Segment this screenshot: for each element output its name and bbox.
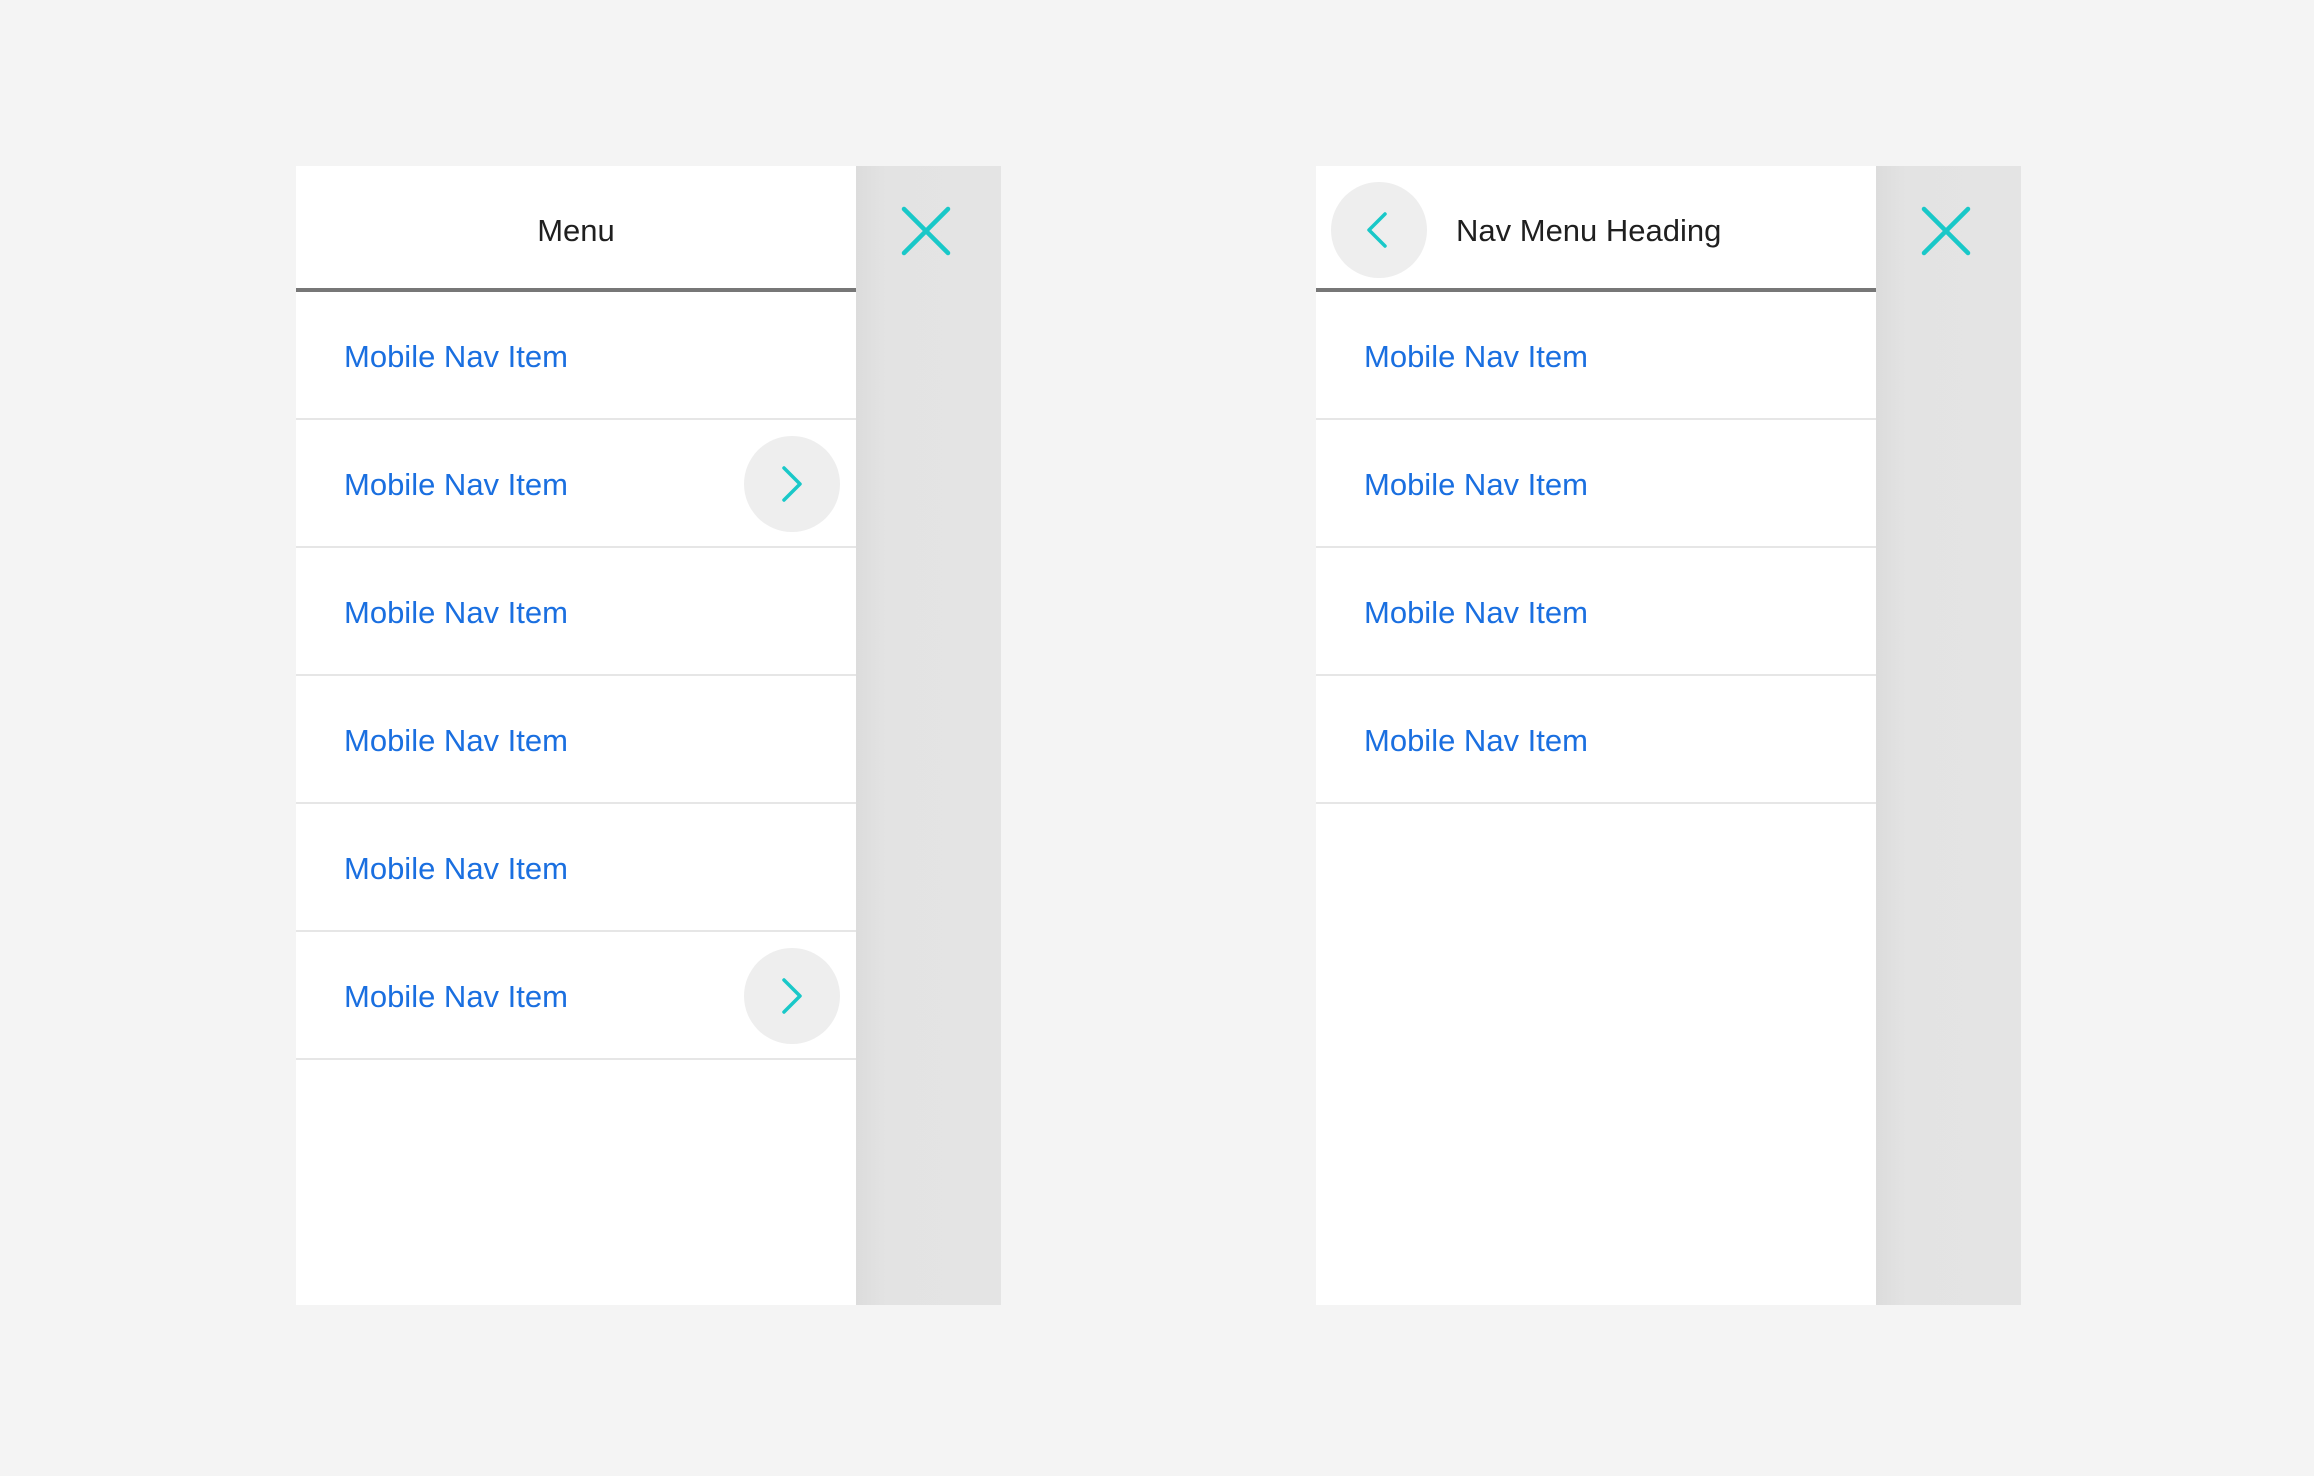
menu-overlay[interactable] [1876,166,2021,1305]
submenu-expand-button[interactable] [744,948,840,1044]
nav-item-label[interactable]: Mobile Nav Item [344,292,568,418]
back-button[interactable] [1331,182,1427,278]
nav-item[interactable]: Mobile Nav Item [296,292,856,420]
nav-item-label[interactable]: Mobile Nav Item [344,420,568,546]
nav-item[interactable]: Mobile Nav Item [1316,676,1876,804]
menu-overlay[interactable] [856,166,1001,1305]
nav-item-label[interactable]: Mobile Nav Item [1364,676,1588,802]
nav-item[interactable]: Mobile Nav Item [1316,292,1876,420]
nav-list: Mobile Nav Item Mobile Nav Item Mobile N… [1316,292,1876,804]
nav-item[interactable]: Mobile Nav Item [1316,420,1876,548]
nav-item-label[interactable]: Mobile Nav Item [1364,292,1588,418]
nav-item[interactable]: Mobile Nav Item [296,932,856,1060]
menu-title: Nav Menu Heading [1456,213,1722,248]
mobile-menu-submenu: Nav Menu Heading Mobile Nav Item Mobile … [1316,166,2021,1305]
chevron-left-icon [1367,212,1387,248]
menu-drawer: Menu Mobile Nav Item Mobile Nav Item Mob… [296,166,856,1305]
menu-drawer: Nav Menu Heading Mobile Nav Item Mobile … [1316,166,1876,1305]
close-icon [1921,206,1971,256]
close-icon [901,206,951,256]
mobile-menu-main: Menu Mobile Nav Item Mobile Nav Item Mob… [296,166,1001,1305]
nav-item[interactable]: Mobile Nav Item [1316,548,1876,676]
close-button[interactable] [1918,203,1974,259]
nav-item-label[interactable]: Mobile Nav Item [344,548,568,674]
nav-item-label[interactable]: Mobile Nav Item [1364,420,1588,546]
submenu-expand-button[interactable] [744,436,840,532]
nav-item-label[interactable]: Mobile Nav Item [344,676,568,802]
menu-title: Menu [537,213,615,248]
chevron-right-icon [782,978,802,1014]
menu-header: Nav Menu Heading [1316,166,1876,292]
close-button[interactable] [898,203,954,259]
nav-item[interactable]: Mobile Nav Item [296,420,856,548]
menu-header: Menu [296,166,856,292]
nav-item[interactable]: Mobile Nav Item [296,676,856,804]
nav-item[interactable]: Mobile Nav Item [296,548,856,676]
nav-item-label[interactable]: Mobile Nav Item [344,932,568,1058]
nav-item[interactable]: Mobile Nav Item [296,804,856,932]
nav-item-label[interactable]: Mobile Nav Item [344,804,568,930]
chevron-right-icon [782,466,802,502]
nav-list: Mobile Nav Item Mobile Nav Item Mobile N… [296,292,856,1060]
nav-item-label[interactable]: Mobile Nav Item [1364,548,1588,674]
